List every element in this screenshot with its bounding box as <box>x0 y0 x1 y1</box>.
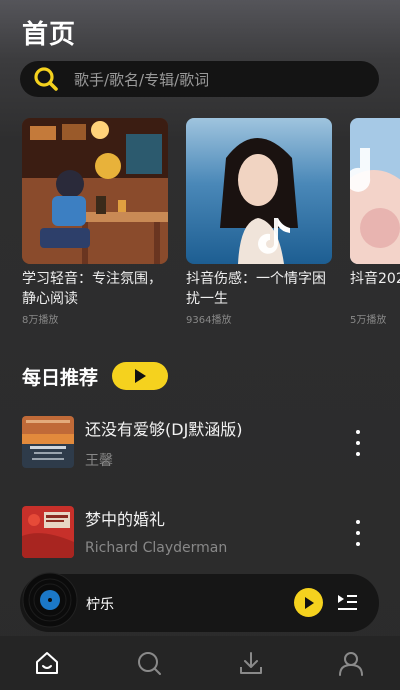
daily-recommend-header: 每日推荐 <box>22 362 169 390</box>
user-icon[interactable] <box>336 648 366 678</box>
now-playing-title: 柠乐 <box>86 597 114 613</box>
more-options-icon[interactable] <box>348 430 368 456</box>
search-bar[interactable]: 歌手/歌名/专辑/歌词 <box>20 61 379 97</box>
vinyl-disc-icon[interactable] <box>22 572 78 628</box>
playlist-cover[interactable] <box>350 118 400 264</box>
play-icon <box>304 596 314 609</box>
playlist-title: 学习轻音：专注氛围，静心阅读 <box>22 271 162 307</box>
playlist-title: 抖音伤感：一个情字困扰一生 <box>186 271 326 307</box>
song-cover <box>22 416 74 468</box>
song-artist: Richard Clayderman <box>85 540 228 556</box>
search-icon[interactable] <box>134 648 164 678</box>
daily-recommend-title: 每日推荐 <box>22 366 99 389</box>
song-title: 梦中的婚礼 <box>85 510 166 529</box>
play-button[interactable] <box>294 588 323 617</box>
search-placeholder: 歌手/歌名/专辑/歌词 <box>74 70 210 89</box>
playlist-card[interactable]: 抖音202 BGM 5万播放 <box>350 118 400 326</box>
playlist-queue-icon[interactable] <box>336 590 360 614</box>
mini-player[interactable]: 柠乐 <box>20 572 379 632</box>
playlist-play-count: 9364播放 <box>186 315 232 326</box>
playlist-card[interactable]: 学习轻音：专注氛围，静心阅读 8万播放 <box>22 118 168 326</box>
playlist-play-count: 5万播放 <box>350 315 387 326</box>
playlist-play-count: 8万播放 <box>22 315 59 326</box>
more-options-icon[interactable] <box>348 520 368 546</box>
song-title: 还没有爱够(DJ默涵版) <box>85 420 243 439</box>
play-icon <box>135 369 147 383</box>
playlist-cover[interactable] <box>22 118 168 264</box>
home-icon[interactable] <box>32 648 62 678</box>
song-cover <box>22 506 74 558</box>
playlist-title: 抖音202 BGM <box>350 271 400 287</box>
bottom-tab-bar <box>0 636 400 690</box>
playlist-card[interactable]: 抖音伤感：一个情字困扰一生 9364播放 <box>186 118 332 326</box>
song-artist: 王馨 <box>85 453 113 469</box>
page-title: 首页 <box>22 20 77 50</box>
playlist-carousel[interactable]: 学习轻音：专注氛围，静心阅读 8万播放 抖音伤感：一个情字困扰一生 9364播放… <box>22 118 400 333</box>
playlist-cover[interactable] <box>186 118 332 264</box>
download-icon[interactable] <box>236 648 266 678</box>
song-item[interactable]: 还没有爱够(DJ默涵版) 王馨 <box>22 416 382 472</box>
search-icon <box>32 65 60 93</box>
song-item[interactable]: 梦中的婚礼 Richard Clayderman <box>22 506 382 562</box>
play-all-button[interactable] <box>112 362 169 390</box>
